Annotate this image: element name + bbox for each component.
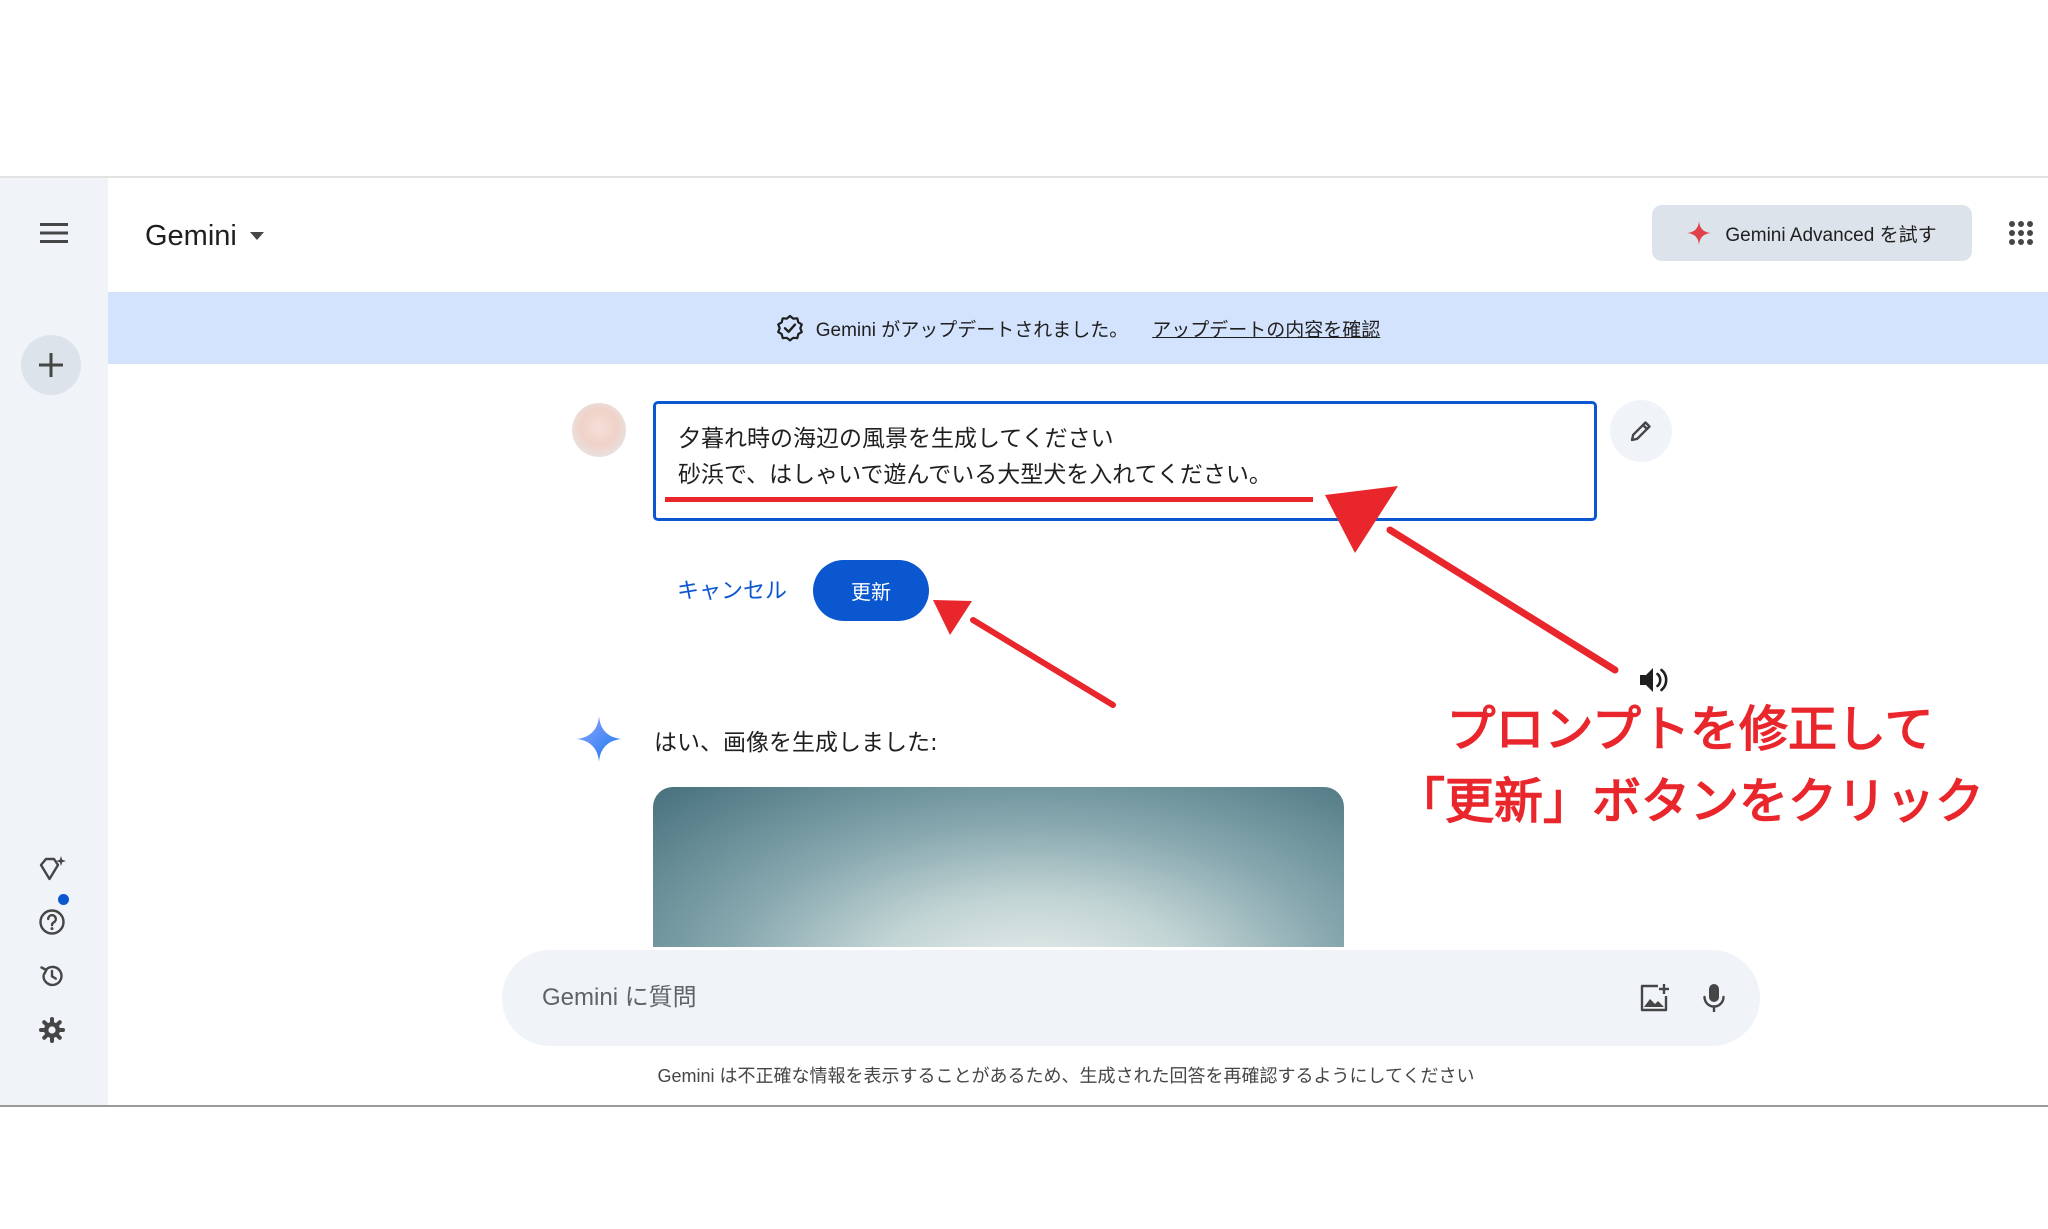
gemini-sparkle-icon — [576, 716, 622, 762]
update-banner: Gemini がアップデートされました。 アップデートの内容を確認 — [108, 292, 2048, 364]
history-icon — [40, 965, 63, 987]
window-top-border — [0, 176, 2048, 178]
try-advanced-button[interactable]: Gemini Advanced を試す — [1652, 205, 1972, 261]
banner-link[interactable]: アップデートの内容を確認 — [1152, 315, 1380, 342]
user-avatar — [572, 403, 626, 457]
try-advanced-label: Gemini Advanced を試す — [1725, 224, 1937, 246]
speaker-icon[interactable] — [1636, 662, 1672, 698]
google-apps-button[interactable] — [2000, 212, 2042, 254]
annotation-line-2: 「更新」ボタンをクリック — [1395, 773, 1984, 830]
chat-input-bar — [502, 950, 1760, 1046]
app-title: Gemini — [145, 219, 237, 252]
plus-icon — [39, 353, 63, 377]
banner-message: Gemini がアップデートされました。 — [815, 319, 1129, 341]
menu-icon — [40, 223, 68, 243]
response-text: はい、画像を生成しました: — [654, 730, 938, 756]
add-image-button[interactable] — [1632, 976, 1676, 1020]
window-bottom-border — [0, 1105, 2048, 1107]
add-image-icon — [1640, 984, 1669, 1012]
annotation-text: プロンプトを修正して 「更新」ボタンをクリック — [1380, 694, 2000, 838]
settings-button[interactable] — [31, 1009, 73, 1051]
cancel-button[interactable]: キャンセル — [668, 560, 796, 618]
gem-manager-button[interactable] — [31, 848, 73, 890]
verified-badge-icon — [776, 314, 803, 342]
edit-prompt-button[interactable] — [1610, 400, 1672, 462]
mic-button[interactable] — [1692, 976, 1736, 1020]
prompt-line-2: 砂浜で、はしゃいで遊んでいる大型犬を入れてください。 — [678, 462, 1272, 488]
help-icon — [39, 909, 65, 935]
pencil-icon — [1630, 421, 1651, 442]
gear-icon — [39, 1017, 65, 1043]
model-selector[interactable]: Gemini — [145, 214, 265, 258]
annotation-underline — [665, 497, 1313, 502]
gem-icon — [39, 856, 66, 881]
generated-image[interactable] — [653, 787, 1344, 947]
disclaimer-text: Gemini は不正確な情報を表示することがあるため、生成された回答を再確認する… — [657, 1066, 1475, 1086]
prompt-line-1: 夕暮れ時の海辺の風景を生成してください — [678, 426, 1114, 452]
new-chat-button[interactable] — [21, 335, 81, 395]
chat-input[interactable] — [542, 950, 1582, 1046]
caret-down-icon — [249, 232, 264, 240]
arrow-to-update — [933, 600, 1116, 708]
help-button[interactable] — [31, 901, 73, 943]
activity-button[interactable] — [31, 955, 73, 997]
menu-button[interactable] — [31, 213, 77, 253]
page: Gemini Gemini Advanced を試す Gemini がアップデー… — [0, 0, 2048, 1229]
sparkle-icon — [1687, 221, 1712, 245]
prompt-edit-field[interactable]: 夕暮れ時の海辺の風景を生成してください 砂浜で、はしゃいで遊んでいる大型犬を入れ… — [653, 401, 1597, 521]
mic-icon — [1703, 984, 1725, 1012]
apps-grid-icon — [2009, 221, 2033, 245]
update-button[interactable]: 更新 — [813, 560, 929, 621]
annotation-line-1: プロンプトを修正して — [1446, 701, 1934, 758]
